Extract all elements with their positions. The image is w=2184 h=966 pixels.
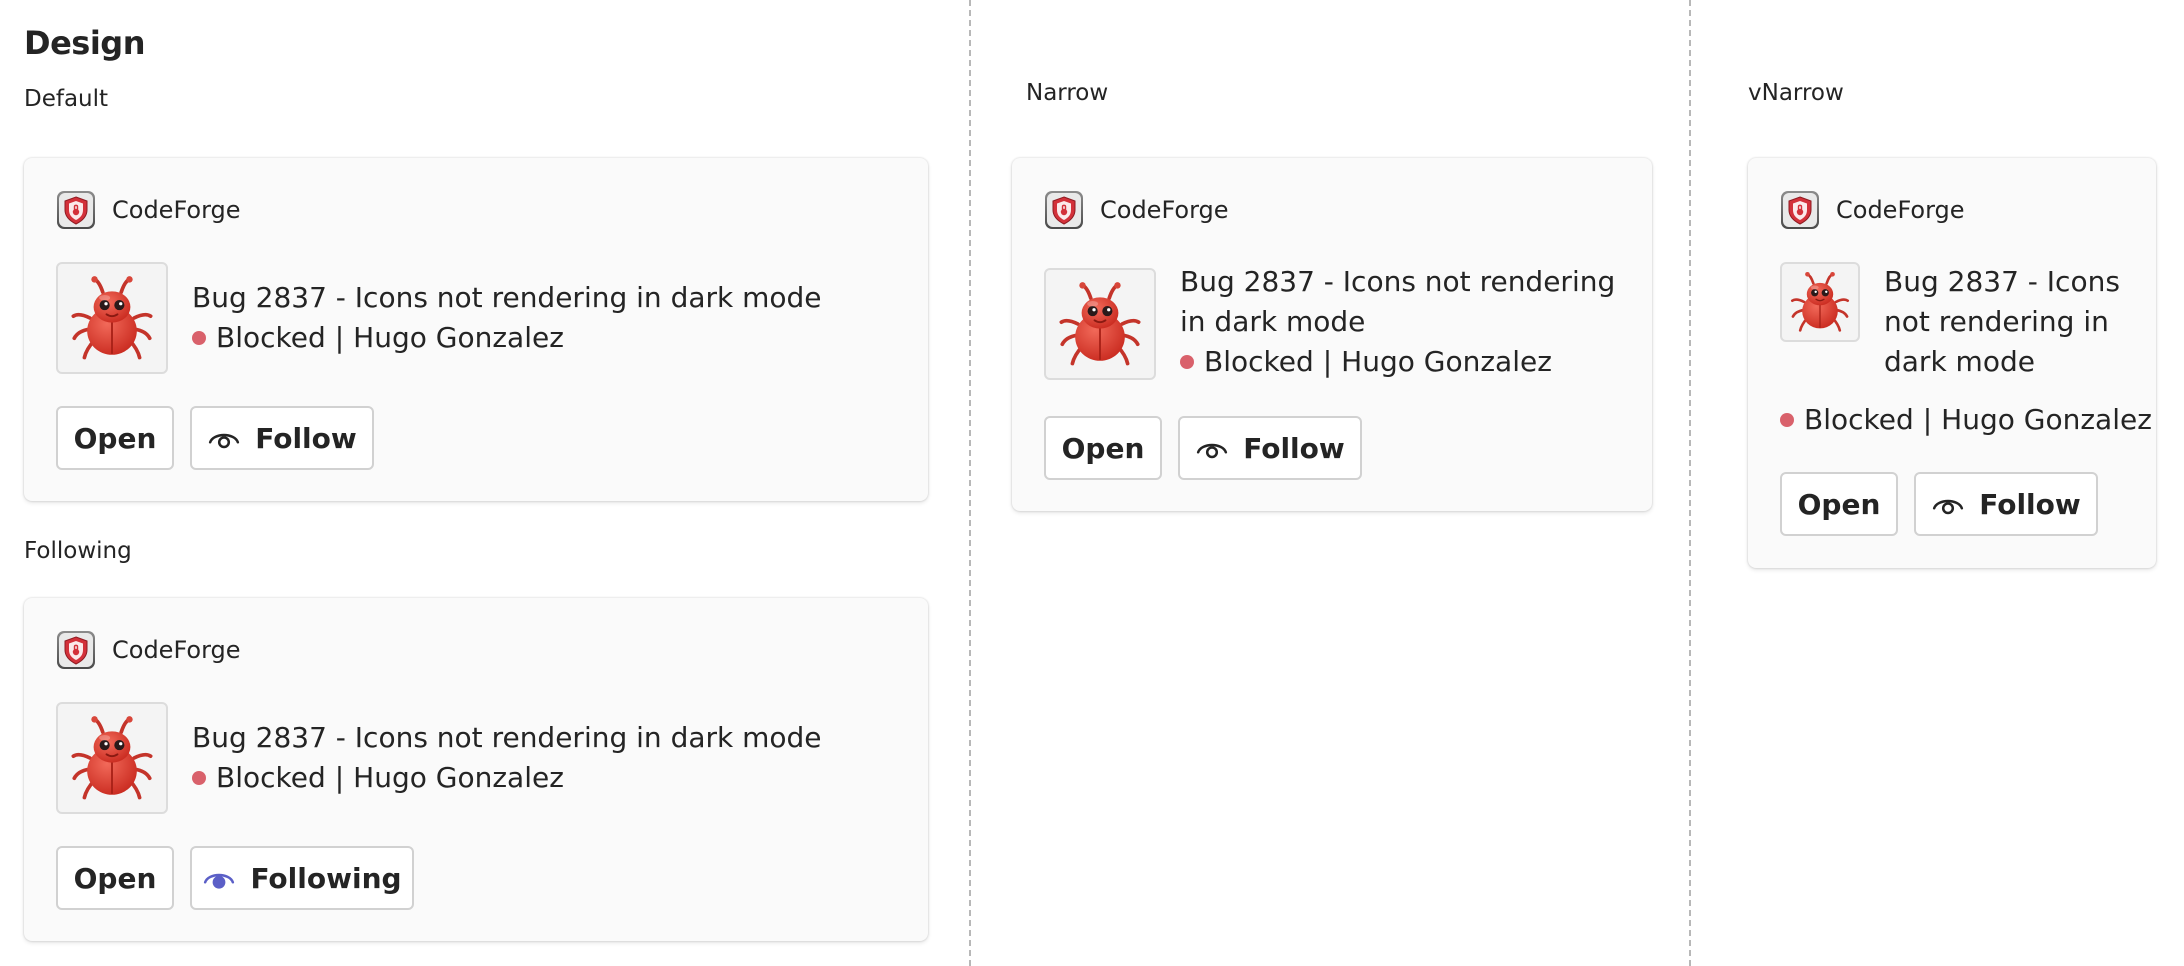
follow-button[interactable]: Follow — [1178, 416, 1362, 480]
app-header: CodeForge — [56, 630, 241, 670]
section-label-narrow: Narrow — [1026, 80, 1109, 106]
follow-label: Follow — [1243, 431, 1345, 465]
work-item-title[interactable]: Bug 2837 - Icons not rendering in dark m… — [192, 278, 892, 318]
work-item-meta: Blocked | Hugo Gonzalez — [192, 758, 564, 798]
status-dot — [192, 771, 206, 785]
open-button[interactable]: Open — [56, 846, 174, 910]
work-item-card-vnarrow: CodeForge Bug 2837 - Icons not rendering… — [1748, 158, 2156, 568]
section-label-following: Following — [24, 538, 132, 564]
status-dot — [192, 331, 206, 345]
open-button[interactable]: Open — [1044, 416, 1162, 480]
bug-thumbnail — [56, 702, 168, 814]
bug-thumbnail — [56, 262, 168, 374]
column-divider — [1689, 0, 1691, 966]
meta-separator: | — [334, 321, 345, 354]
follow-button[interactable]: Follow — [1914, 472, 2098, 536]
section-label-vnarrow: vNarrow — [1748, 80, 1844, 106]
open-button[interactable]: Open — [1780, 472, 1898, 536]
work-item-title[interactable]: Bug 2837 - Icons not rendering in dark m… — [1884, 262, 2134, 382]
shield-icon — [1780, 190, 1820, 230]
meta-separator: | — [1922, 403, 1933, 436]
app-name: CodeForge — [1836, 196, 1965, 224]
following-label: Following — [250, 861, 402, 895]
eye-icon — [1931, 487, 1965, 521]
status-dot — [1180, 355, 1194, 369]
status-text: Blocked — [1204, 345, 1314, 378]
eye-icon — [1195, 431, 1229, 465]
work-item-meta: Blocked | Hugo Gonzalez — [1780, 400, 2152, 440]
bug-icon — [66, 712, 158, 804]
open-button[interactable]: Open — [56, 406, 174, 470]
follow-button[interactable]: Follow — [190, 406, 374, 470]
shield-icon — [1044, 190, 1084, 230]
bug-thumbnail — [1780, 262, 1860, 342]
work-item-meta: Blocked | Hugo Gonzalez — [1180, 342, 1552, 382]
follow-label: Follow — [255, 421, 357, 455]
work-item-title[interactable]: Bug 2837 - Icons not rendering in dark m… — [1180, 262, 1620, 342]
work-item-title[interactable]: Bug 2837 - Icons not rendering in dark m… — [192, 718, 892, 758]
app-header: CodeForge — [56, 190, 241, 230]
assignee-name: Hugo Gonzalez — [1341, 345, 1552, 378]
bug-icon — [1054, 278, 1146, 370]
app-header: CodeForge — [1044, 190, 1229, 230]
status-text: Blocked — [1804, 403, 1914, 436]
follow-label: Follow — [1979, 487, 2081, 521]
bug-icon — [1787, 269, 1853, 335]
assignee-name: Hugo Gonzalez — [353, 761, 564, 794]
shield-icon — [56, 190, 96, 230]
page-title: Design — [24, 24, 145, 62]
work-item-card-narrow: CodeForge Bug 2837 - Icons not rendering… — [1012, 158, 1652, 511]
app-name: CodeForge — [1100, 196, 1229, 224]
shield-icon — [56, 630, 96, 670]
work-item-card-following: CodeForge Bug 2837 - Icons not rendering… — [24, 598, 928, 941]
status-text: Blocked — [216, 761, 326, 794]
meta-separator: | — [1322, 345, 1333, 378]
section-label-default: Default — [24, 86, 109, 112]
status-text: Blocked — [216, 321, 326, 354]
following-button[interactable]: Following — [190, 846, 414, 910]
assignee-name: Hugo Gonzalez — [353, 321, 564, 354]
column-divider — [969, 0, 971, 966]
work-item-meta: Blocked | Hugo Gonzalez — [192, 318, 564, 358]
bug-icon — [66, 272, 158, 364]
eye-icon — [207, 421, 241, 455]
work-item-card-default: CodeForge Bug 2837 - Icons not rendering… — [24, 158, 928, 501]
assignee-name: Hugo Gonzalez — [1941, 403, 2152, 436]
status-dot — [1780, 413, 1794, 427]
app-name: CodeForge — [112, 196, 241, 224]
app-header: CodeForge — [1780, 190, 1965, 230]
meta-separator: | — [334, 761, 345, 794]
eye-filled-icon — [202, 861, 236, 895]
app-name: CodeForge — [112, 636, 241, 664]
bug-thumbnail — [1044, 268, 1156, 380]
